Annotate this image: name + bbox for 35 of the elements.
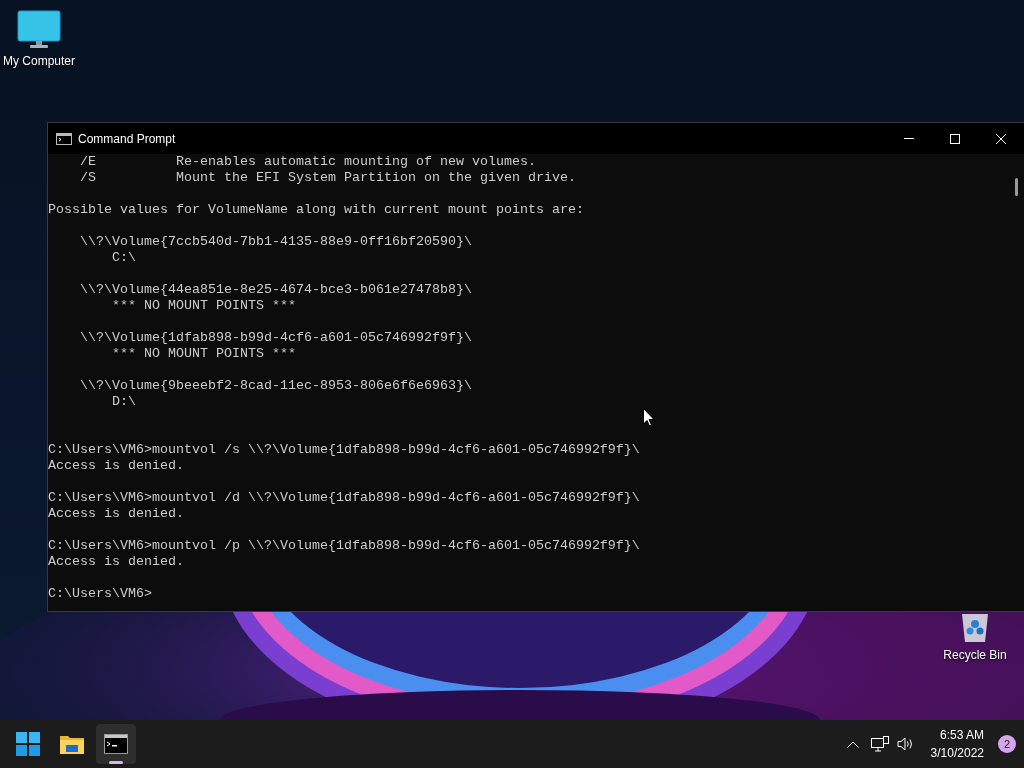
console-line: /E Re-enables automatic mounting of new volumes. bbox=[79, 154, 537, 170]
folder-icon bbox=[59, 733, 85, 755]
console-line: C:\Users\VM6>mountvol /s \\?\Volume{1dfab898-b99d-4cf6-a601-05c746992f9f}\ bbox=[48, 442, 641, 458]
clock[interactable]: 6:53 AM 3/10/2022 bbox=[930, 726, 984, 762]
windows-logo-icon bbox=[16, 732, 40, 756]
network-icon[interactable] bbox=[870, 736, 889, 752]
console-line: Access is denied. bbox=[48, 458, 185, 474]
console-line: C:\Users\VM6>mountvol /d \\?\Volume{1dfab898-b99d-4cf6-a601-05c746992f9f}\ bbox=[48, 490, 641, 506]
speaker-icon[interactable] bbox=[896, 736, 915, 752]
mouse-pointer-icon bbox=[643, 408, 655, 427]
console-line: /S Mount the EFI System Partition on the given drive. bbox=[79, 170, 577, 186]
console-line: C:\Users\VM6>mountvol /p \\?\Volume{1dfab898-b99d-4cf6-a601-05c746992f9f}\ bbox=[48, 538, 641, 554]
close-icon bbox=[996, 133, 1006, 144]
console-line: C:\Users\VM6> bbox=[48, 586, 153, 602]
notification-badge[interactable]: 2 bbox=[998, 735, 1016, 753]
console-line: \\?\Volume{9beeebf2-8cad-11ec-8953-806e6f6e6963}\ bbox=[79, 378, 473, 394]
chevron-up-icon bbox=[846, 740, 859, 748]
console-line: Access is denied. bbox=[48, 554, 185, 570]
console-line: Possible values for VolumeName along with current mount points are: bbox=[48, 202, 585, 218]
terminal-icon bbox=[56, 132, 72, 145]
console-line: *** NO MOUNT POINTS *** bbox=[111, 346, 297, 362]
console-line: \\?\Volume{1dfab898-b99d-4cf6-a601-05c746992f9f}\ bbox=[79, 330, 473, 346]
terminal-icon bbox=[104, 734, 128, 754]
terminal-button[interactable] bbox=[96, 724, 136, 764]
monitor-icon bbox=[17, 10, 61, 50]
window-title: Command Prompt bbox=[78, 131, 177, 146]
console-line: \\?\Volume{44ea851e-8e25-4674-bce3-b061e27478b8}\ bbox=[79, 282, 473, 298]
minimize-icon bbox=[904, 138, 914, 139]
console-line: Access is denied. bbox=[48, 506, 185, 522]
console-line: \\?\Volume{7ccb540d-7bb1-4135-88e9-0ff16bf20590}\ bbox=[79, 234, 473, 250]
scrollbar-thumb[interactable] bbox=[1015, 178, 1018, 196]
console-line: D:\ bbox=[111, 394, 137, 410]
maximize-icon bbox=[950, 133, 960, 144]
console-line: *** NO MOUNT POINTS *** bbox=[111, 298, 297, 314]
console-line: C:\ bbox=[111, 250, 137, 266]
